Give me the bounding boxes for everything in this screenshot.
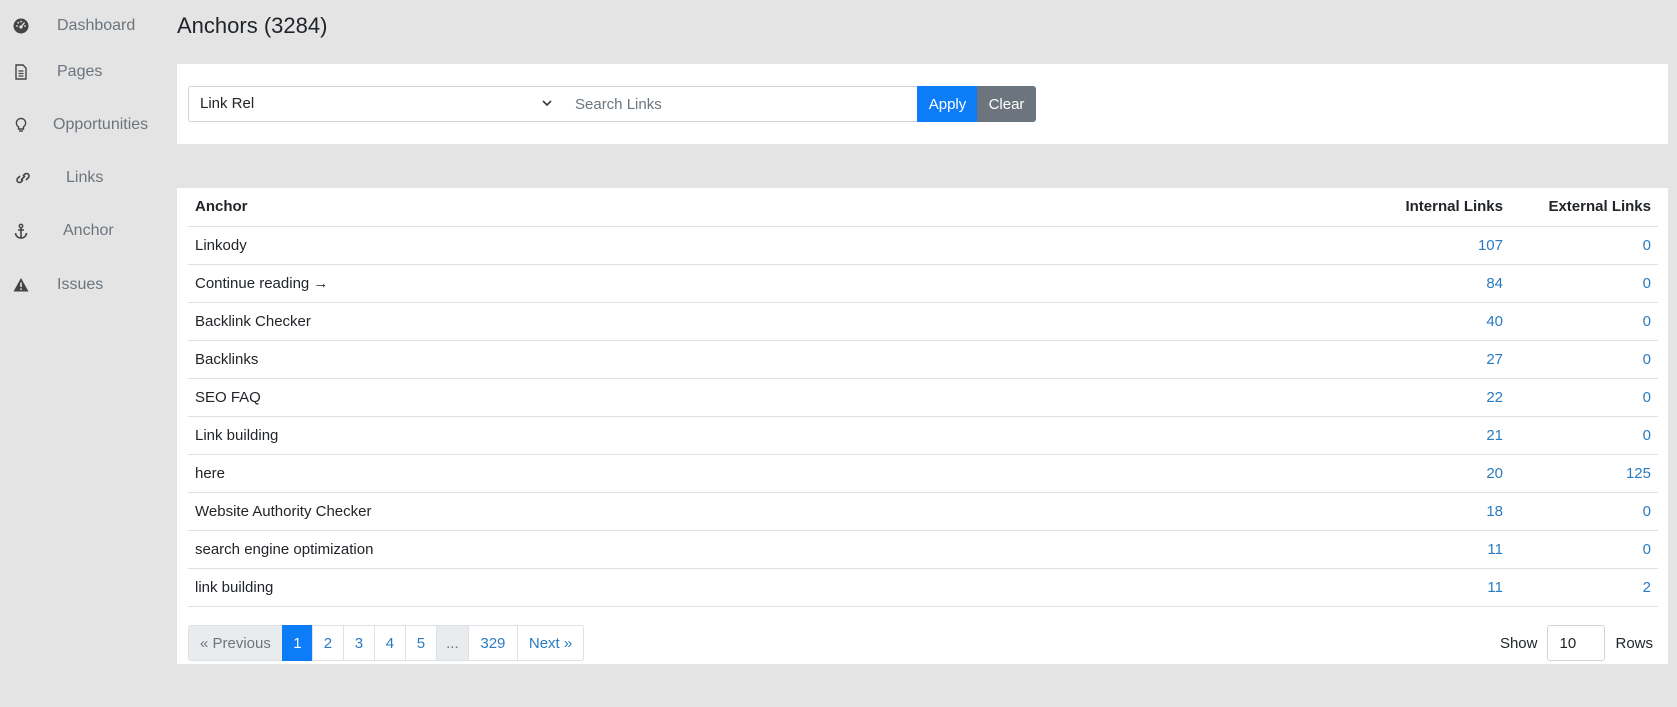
previous-page-button[interactable]: « Previous (188, 625, 283, 661)
sidebar-item-label: Pages (57, 63, 103, 80)
anchor-cell: Linkody (188, 226, 1350, 265)
table-row: Link building 21 0 (188, 416, 1658, 455)
sidebar-item-pages[interactable]: Pages (12, 63, 102, 81)
anchor-cell: here (188, 454, 1350, 493)
filter-bar: Link Rel Apply Clear (177, 64, 1668, 144)
sidebar-item-label: Opportunities (53, 116, 149, 133)
column-header-anchor[interactable]: Anchor (188, 188, 1350, 227)
sidebar-item-opportunities[interactable]: Opportunities (12, 116, 148, 134)
internal-links-cell[interactable]: 11 (1350, 568, 1510, 607)
link-rel-select[interactable]: Link Rel (188, 86, 565, 122)
anchor-icon (12, 222, 30, 240)
table-row: link building 11 2 (188, 568, 1658, 607)
internal-links-cell[interactable]: 107 (1350, 226, 1510, 265)
anchor-cell: Backlinks (188, 340, 1350, 379)
table-row: Backlink Checker 40 0 (188, 302, 1658, 341)
page-button-2[interactable]: 2 (311, 625, 344, 661)
sidebar-item-label: Links (66, 169, 104, 186)
external-links-cell[interactable]: 0 (1510, 378, 1658, 417)
table-row: SEO FAQ 22 0 (188, 378, 1658, 417)
external-links-cell[interactable]: 2 (1510, 568, 1658, 607)
anchor-cell: SEO FAQ (188, 378, 1350, 417)
anchor-cell: Link building (188, 416, 1350, 455)
table-row: Website Authority Checker 18 0 (188, 492, 1658, 531)
internal-links-cell[interactable]: 22 (1350, 378, 1510, 417)
page-title: Anchors (3284) (177, 13, 328, 38)
external-links-cell[interactable]: 0 (1510, 416, 1658, 455)
external-links-cell[interactable]: 0 (1510, 340, 1658, 379)
sidebar-item-dashboard[interactable]: Dashboard (12, 17, 135, 35)
external-links-cell[interactable]: 0 (1510, 530, 1658, 569)
clear-button[interactable]: Clear (977, 86, 1036, 122)
warning-icon (12, 276, 30, 294)
anchors-table: Anchor Internal Links External Links Lin… (188, 188, 1658, 607)
link-icon (12, 169, 34, 187)
anchor-cell: link building (188, 568, 1350, 607)
sidebar-item-label: Anchor (63, 222, 114, 239)
page-button-1[interactable]: 1 (281, 625, 313, 661)
sidebar-item-links[interactable]: Links (12, 169, 103, 187)
external-links-cell[interactable]: 0 (1510, 302, 1658, 341)
internal-links-cell[interactable]: 84 (1350, 264, 1510, 303)
page-button-4[interactable]: 4 (373, 625, 406, 661)
external-links-cell[interactable]: 0 (1510, 226, 1658, 265)
rows-per-page-control: Show Rows (1500, 625, 1653, 661)
rows-per-page-input[interactable] (1547, 625, 1606, 661)
apply-button[interactable]: Apply (917, 86, 978, 122)
search-input[interactable] (564, 86, 919, 122)
rows-label: Rows (1615, 634, 1653, 652)
internal-links-cell[interactable]: 40 (1350, 302, 1510, 341)
dashboard-icon (12, 17, 30, 35)
page-button-3[interactable]: 3 (342, 625, 375, 661)
select-value: Link Rel (200, 95, 255, 112)
internal-links-cell[interactable]: 11 (1350, 530, 1510, 569)
next-page-button[interactable]: Next » (516, 625, 585, 661)
external-links-cell[interactable]: 0 (1510, 492, 1658, 531)
internal-links-cell[interactable]: 27 (1350, 340, 1510, 379)
column-header-external-links[interactable]: External Links (1510, 188, 1658, 227)
table-row: Continue reading → 84 0 (188, 264, 1658, 303)
external-links-cell[interactable]: 0 (1510, 264, 1658, 303)
table-row: search engine optimization 11 0 (188, 530, 1658, 569)
internal-links-cell[interactable]: 21 (1350, 416, 1510, 455)
page-button-5[interactable]: 5 (404, 625, 437, 661)
table-row: here 20 125 (188, 454, 1658, 493)
external-links-cell[interactable]: 125 (1510, 454, 1658, 493)
table-row: Linkody 107 0 (188, 226, 1658, 265)
page-ellipsis: ... (435, 625, 469, 661)
lightbulb-icon (12, 116, 30, 134)
sidebar-item-label: Issues (57, 276, 104, 293)
show-label: Show (1499, 634, 1538, 652)
table-row: Backlinks 27 0 (188, 340, 1658, 379)
sidebar-item-issues[interactable]: Issues (12, 276, 103, 294)
file-icon (12, 63, 30, 81)
anchor-cell: Website Authority Checker (188, 492, 1350, 531)
pagination: « Previous 1 2 3 4 5 ... 329 Next » (188, 625, 585, 661)
anchors-table-card: Anchor Internal Links External Links Lin… (177, 188, 1668, 664)
internal-links-cell[interactable]: 18 (1350, 492, 1510, 531)
page-button-last[interactable]: 329 (467, 625, 518, 661)
column-header-internal-links[interactable]: Internal Links (1350, 188, 1510, 227)
sidebar-item-anchor[interactable]: Anchor (12, 222, 114, 240)
anchor-cell: search engine optimization (188, 530, 1350, 569)
internal-links-cell[interactable]: 20 (1350, 454, 1510, 493)
table-header-row: Anchor Internal Links External Links (188, 188, 1658, 227)
anchor-cell: Backlink Checker (188, 302, 1350, 341)
anchor-cell: Continue reading → (188, 264, 1350, 303)
sidebar-item-label: Dashboard (57, 17, 136, 34)
table-body: Linkody 107 0 Continue reading → 84 0 Backlink… (188, 226, 1658, 607)
chevron-down-icon (542, 100, 552, 107)
